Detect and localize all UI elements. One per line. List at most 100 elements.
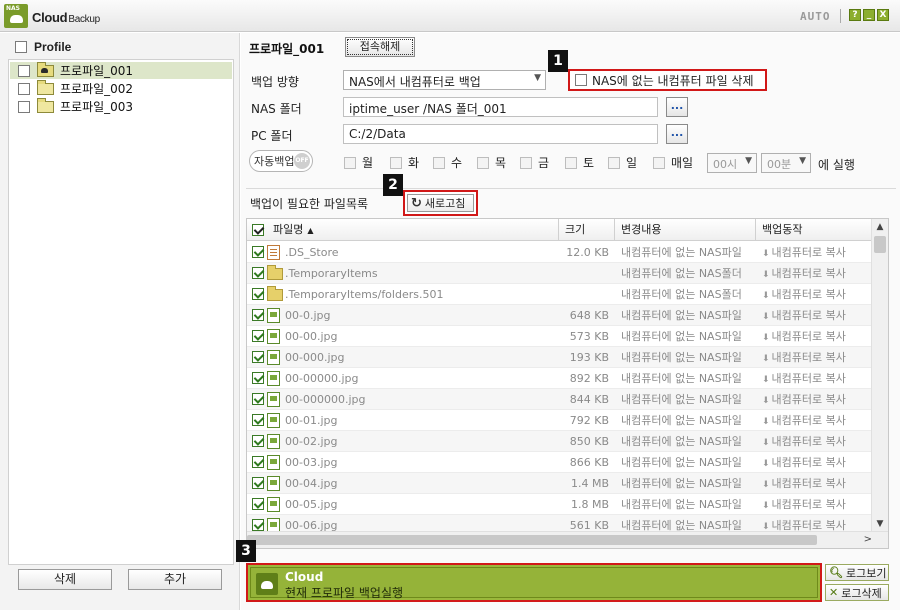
download-arrow-icon: ⬇: [762, 270, 770, 280]
run-at-label: 에 실행: [818, 158, 855, 172]
day-checkbox[interactable]: [433, 156, 445, 169]
file-name-cell: 00-03.jpg: [285, 456, 338, 469]
minute-select[interactable]: 00분 ▼: [761, 153, 811, 173]
run-backup-button[interactable]: Cloud 현재 프로파일 백업실행: [246, 563, 822, 602]
file-checkbox[interactable]: [252, 351, 264, 363]
nas-folder-input[interactable]: iptime_user /NAS 폴더_001: [343, 97, 658, 117]
file-change-cell: 내컴퓨터에 없는 NAS파일: [621, 456, 742, 469]
profile-name-title: 프로파일_001: [249, 42, 325, 56]
file-checkbox[interactable]: [252, 393, 264, 405]
table-row[interactable]: .DS_Store 12.0 KB 내컴퓨터에 없는 NAS파일 ⬇ 내컴퓨터로 복사: [247, 242, 872, 263]
table-row[interactable]: .TemporaryItems/folders.501 내컴퓨터에 없는 NAS폴…: [247, 284, 872, 305]
day-option-daily[interactable]: 매일: [653, 154, 693, 171]
day-checkbox[interactable]: [565, 156, 577, 169]
profile-checkbox[interactable]: [18, 100, 30, 113]
view-log-button[interactable]: 🔍︎ 로그보기: [825, 564, 889, 581]
refresh-button[interactable]: ↻ 새로고침: [403, 190, 478, 216]
table-row[interactable]: 00-00000.jpg 892 KB 내컴퓨터에 없는 NAS파일 ⬇ 내컴퓨터로 복…: [247, 368, 872, 389]
hour-select[interactable]: 00시 ▼: [707, 153, 757, 173]
direction-select[interactable]: NAS에서 내컴퓨터로 백업 ▼: [343, 70, 546, 90]
profile-checkbox[interactable]: [18, 64, 30, 77]
delete-missing-files-option[interactable]: NAS에 없는 내컴퓨터 파일 삭제: [568, 69, 767, 91]
profile-item-label: 프로파일_003: [60, 100, 134, 114]
file-checkbox[interactable]: [252, 288, 264, 300]
minimize-icon[interactable]: _: [863, 9, 875, 21]
close-icon[interactable]: X: [877, 9, 889, 21]
column-filename[interactable]: 파일명 ▲: [267, 219, 559, 241]
file-checkbox[interactable]: [252, 246, 264, 258]
table-row[interactable]: 00-0.jpg 648 KB 내컴퓨터에 없는 NAS파일 ⬇ 내컴퓨터로 복사: [247, 305, 872, 326]
day-option-sun[interactable]: 일: [608, 154, 637, 171]
day-option-wed[interactable]: 수: [433, 154, 462, 171]
table-row[interactable]: 00-02.jpg 850 KB 내컴퓨터에 없는 NAS파일 ⬇ 내컴퓨터로 복사: [247, 431, 872, 452]
scroll-right-icon[interactable]: >: [864, 532, 872, 548]
column-action[interactable]: 백업동작: [756, 219, 872, 241]
delete-log-label: 로그삭제: [841, 586, 882, 600]
file-name-cell: 00-04.jpg: [285, 477, 338, 490]
day-label: 화: [408, 156, 420, 170]
table-row[interactable]: 00-03.jpg 866 KB 내컴퓨터에 없는 NAS파일 ⬇ 내컴퓨터로 복사: [247, 452, 872, 473]
table-row[interactable]: 00-01.jpg 792 KB 내컴퓨터에 없는 NAS파일 ⬇ 내컴퓨터로 복사: [247, 410, 872, 431]
day-checkbox[interactable]: [344, 156, 356, 169]
help-icon[interactable]: ?: [849, 9, 861, 21]
hscroll-thumb[interactable]: [247, 535, 817, 545]
select-all-files-checkbox[interactable]: [252, 224, 264, 236]
disconnect-button[interactable]: 접속해제: [345, 37, 415, 57]
scroll-thumb[interactable]: [874, 236, 886, 253]
image-file-icon: [267, 434, 280, 449]
table-row[interactable]: 00-00.jpg 573 KB 내컴퓨터에 없는 NAS파일 ⬇ 내컴퓨터로 복사: [247, 326, 872, 347]
day-option-fri[interactable]: 금: [520, 154, 549, 171]
table-row[interactable]: 00-000.jpg 193 KB 내컴퓨터에 없는 NAS파일 ⬇ 내컴퓨터로 복사: [247, 347, 872, 368]
day-option-mon[interactable]: 월: [344, 154, 373, 171]
profile-checkbox[interactable]: [18, 82, 30, 95]
pc-folder-input[interactable]: C:/2/Data: [343, 124, 658, 144]
day-checkbox[interactable]: [390, 156, 402, 169]
select-all-profiles-checkbox[interactable]: [15, 41, 27, 53]
file-checkbox[interactable]: [252, 372, 264, 384]
day-checkbox[interactable]: [608, 156, 620, 169]
file-action-cell: ⬇ 내컴퓨터로 복사: [762, 326, 872, 347]
day-option-thu[interactable]: 목: [477, 154, 506, 171]
day-label: 일: [626, 156, 638, 170]
file-checkbox[interactable]: [252, 330, 264, 342]
profile-item[interactable]: 프로파일_003: [10, 97, 232, 115]
table-row[interactable]: 00-000000.jpg 844 KB 내컴퓨터에 없는 NAS파일 ⬇ 내컴퓨터로 …: [247, 389, 872, 410]
table-row[interactable]: .TemporaryItems 내컴퓨터에 없는 NAS폴더 ⬇ 내컴퓨터로 복사: [247, 263, 872, 284]
browse-pc-folder-button[interactable]: ...: [666, 124, 688, 144]
file-checkbox[interactable]: [252, 267, 264, 279]
file-checkbox[interactable]: [252, 435, 264, 447]
file-change-cell: 내컴퓨터에 없는 NAS파일: [621, 435, 742, 448]
table-row[interactable]: 00-05.jpg 1.8 MB 내컴퓨터에 없는 NAS파일 ⬇ 내컴퓨터로 복사: [247, 494, 872, 515]
day-checkbox[interactable]: [653, 156, 665, 169]
profile-item[interactable]: 프로파일_002: [10, 79, 232, 97]
profile-item[interactable]: 프로파일_001: [10, 61, 232, 79]
file-checkbox[interactable]: [252, 414, 264, 426]
horizontal-scrollbar[interactable]: >: [247, 531, 888, 548]
image-file-icon: [267, 497, 280, 512]
scroll-up-icon[interactable]: ▲: [872, 219, 888, 235]
day-checkbox[interactable]: [477, 156, 489, 169]
vertical-scrollbar[interactable]: ▲ ▼: [871, 219, 888, 532]
callout-badge-1: 1: [548, 50, 568, 72]
day-option-tue[interactable]: 화: [390, 154, 419, 171]
column-size[interactable]: 크기: [559, 219, 615, 241]
file-checkbox[interactable]: [252, 309, 264, 321]
file-checkbox[interactable]: [252, 519, 264, 531]
scroll-down-icon[interactable]: ▼: [872, 516, 888, 532]
delete-log-button[interactable]: ✕ 로그삭제: [825, 584, 889, 601]
file-checkbox[interactable]: [252, 498, 264, 510]
day-checkbox[interactable]: [520, 156, 532, 169]
table-row[interactable]: 00-04.jpg 1.4 MB 내컴퓨터에 없는 NAS파일 ⬇ 내컴퓨터로 복사: [247, 473, 872, 494]
add-profile-button[interactable]: 추가: [128, 569, 222, 590]
delete-profile-button[interactable]: 삭제: [18, 569, 112, 590]
browse-nas-folder-button[interactable]: ...: [666, 97, 688, 117]
file-table: 파일명 ▲ 크기 변경내용 백업동작 .DS_Store 12.0 KB 내컴퓨터에 …: [246, 218, 889, 549]
file-checkbox[interactable]: [252, 477, 264, 489]
day-option-sat[interactable]: 토: [565, 154, 594, 171]
column-change[interactable]: 변경내용: [615, 219, 756, 241]
file-checkbox[interactable]: [252, 456, 264, 468]
auto-backup-toggle[interactable]: 자동백업 OFF: [249, 150, 313, 172]
delete-missing-files-checkbox[interactable]: [575, 74, 587, 86]
auto-backup-label: 자동백업: [254, 155, 295, 168]
download-arrow-icon: ⬇: [762, 354, 770, 364]
